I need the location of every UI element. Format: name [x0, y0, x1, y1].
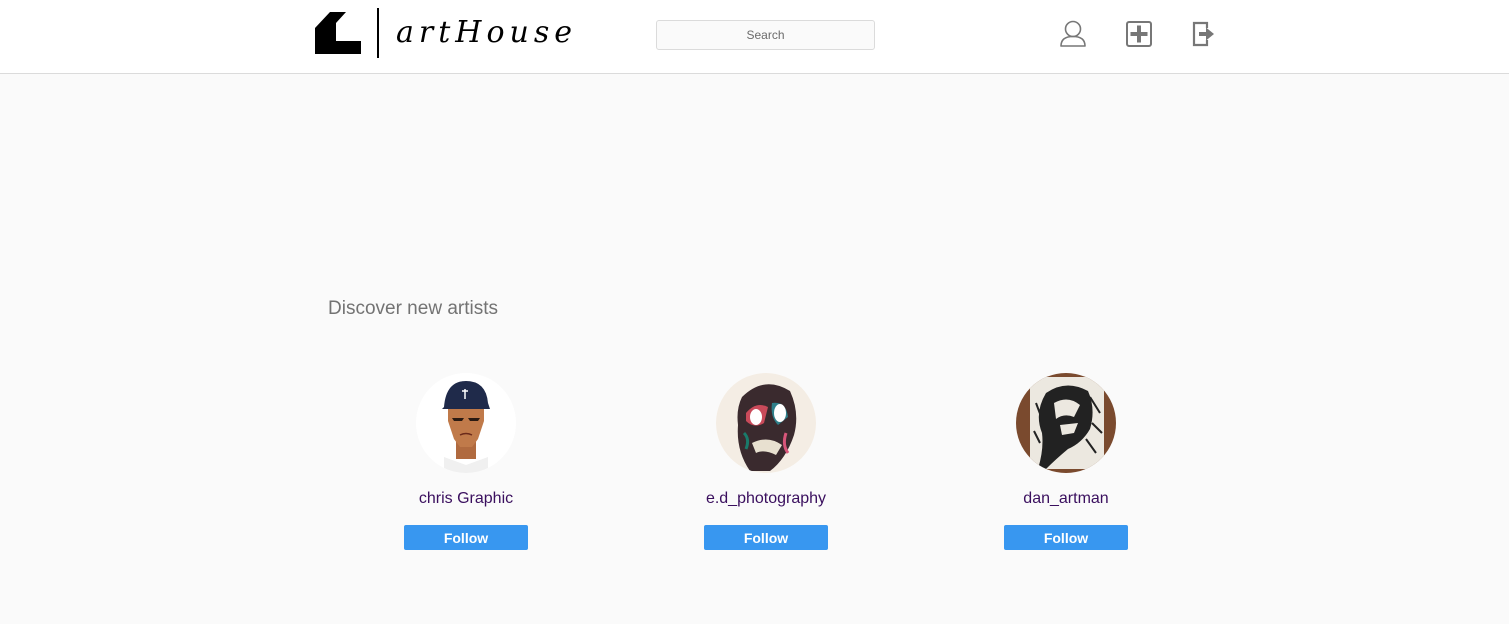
- follow-button[interactable]: Follow: [1004, 525, 1128, 550]
- discover-heading: Discover new artists: [328, 298, 498, 319]
- plus-square-icon: [1126, 21, 1152, 47]
- add-post-button[interactable]: [1124, 18, 1154, 50]
- house-logo-icon: [315, 12, 361, 54]
- follow-button[interactable]: Follow: [704, 525, 828, 550]
- brand-logo-link[interactable]: artHouse: [315, 8, 577, 58]
- logout-icon: [1192, 21, 1214, 47]
- artist-username[interactable]: dan_artman: [1023, 489, 1108, 509]
- artist-username[interactable]: chris Graphic: [419, 489, 513, 509]
- artist-avatar[interactable]: [416, 373, 516, 473]
- search-input[interactable]: [656, 20, 875, 50]
- artist-card: chris Graphic Follow: [366, 373, 566, 550]
- artist-avatar[interactable]: [1016, 373, 1116, 473]
- artist-avatar[interactable]: [716, 373, 816, 473]
- top-navigation-bar: artHouse: [0, 0, 1509, 74]
- artist-username[interactable]: e.d_photography: [706, 489, 826, 509]
- follow-button[interactable]: Follow: [404, 525, 528, 550]
- artist-card: e.d_photography Follow: [666, 373, 866, 550]
- profile-button[interactable]: [1058, 18, 1088, 50]
- logout-button[interactable]: [1189, 18, 1219, 50]
- logo-divider: [377, 8, 379, 58]
- artist-card: dan_artman Follow: [966, 373, 1166, 550]
- brand-name: artHouse: [396, 15, 577, 50]
- user-icon: [1060, 20, 1086, 47]
